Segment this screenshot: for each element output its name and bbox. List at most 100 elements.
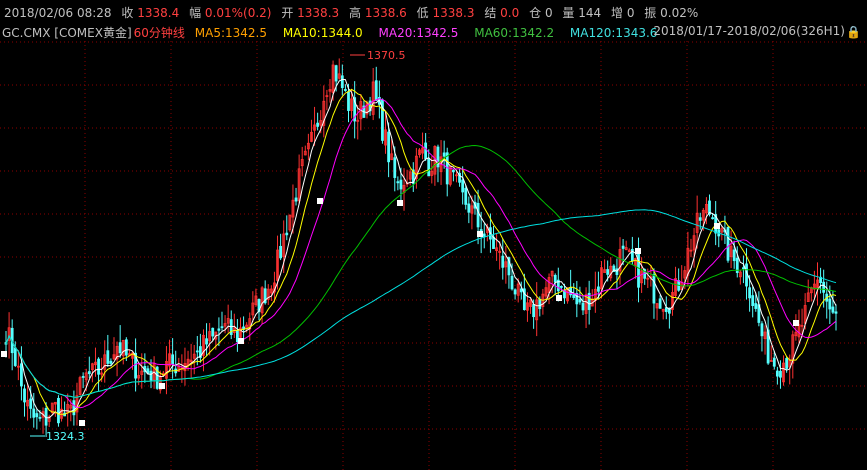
candle-body [831, 306, 835, 313]
candle-body [35, 413, 39, 418]
open-label: 开 [281, 6, 294, 20]
signal-marker [317, 198, 323, 204]
oi-change-value: 0 [626, 6, 635, 20]
open-value: 1338.3 [297, 6, 340, 20]
candle-body [748, 287, 752, 299]
candle-body [482, 233, 486, 237]
low-label: 低 [416, 6, 429, 20]
signal-marker [1, 351, 7, 357]
ma20-value: MA20:1342.5 [378, 26, 459, 40]
candle-body [772, 357, 776, 367]
candle-body [427, 158, 431, 177]
candle-body [109, 360, 113, 364]
candle-body [340, 75, 344, 89]
symbol-name: [COMEX黄金] [54, 26, 132, 40]
candle-body [779, 370, 782, 378]
settle-label: 结 [484, 6, 497, 20]
candle-body [38, 417, 42, 419]
signal-marker [556, 295, 562, 301]
change-value: 0.01%(0.2) [204, 6, 272, 20]
candle-body [334, 65, 338, 82]
high-annotation: 1370.5 [367, 49, 406, 62]
symbol-code[interactable]: GC.CMX [2, 26, 50, 40]
candle-body [578, 299, 582, 303]
signal-marker [793, 320, 799, 326]
candle-body [467, 203, 471, 213]
candle-body [652, 274, 656, 304]
candle-body [532, 304, 536, 318]
ma120-line [5, 209, 837, 398]
candle-body [294, 197, 298, 202]
candle-body [828, 298, 832, 310]
candle-body [492, 236, 495, 249]
candle-body [760, 323, 764, 337]
low-value: 1338.3 [432, 6, 475, 20]
candle-body [621, 245, 625, 249]
candle-body [23, 388, 26, 403]
candle-body [834, 311, 838, 314]
candle-body [217, 328, 221, 331]
candle-body [751, 295, 755, 306]
ma10-value: MA10:1344.0 [282, 26, 363, 40]
candle-body [501, 255, 505, 268]
signal-marker [397, 200, 403, 206]
candle-body [29, 398, 33, 409]
candle-body [785, 358, 789, 369]
candle-body [149, 370, 153, 381]
candle-body [393, 157, 397, 178]
candle-body [13, 347, 17, 366]
candle-body [279, 245, 283, 259]
candle-body [211, 327, 215, 337]
candle-body [57, 397, 60, 424]
candle-body [745, 263, 748, 287]
candle-body [461, 179, 465, 193]
candle-body [754, 303, 758, 309]
candle-body [424, 142, 428, 159]
candle-body [171, 354, 175, 365]
candle-body [513, 289, 517, 295]
signal-marker [159, 383, 165, 389]
candle-body [399, 179, 403, 190]
signal-marker [238, 338, 244, 344]
ma120-value: MA120:1343.6 [569, 26, 658, 40]
oi-change-label: 增 [610, 6, 623, 20]
candle-body [87, 371, 91, 375]
candle-body [572, 294, 576, 298]
amplitude-label: 振 [644, 6, 657, 20]
candle-body [124, 339, 128, 356]
ma20-line [5, 98, 837, 409]
ma5-line [5, 78, 837, 419]
candle-body [118, 342, 122, 354]
period-label[interactable]: 60分钟线 [134, 26, 185, 40]
lock-icon[interactable]: 🔒 [846, 25, 861, 39]
candle-body [775, 370, 779, 377]
candle-body [316, 122, 320, 127]
candle-body [387, 131, 391, 163]
marker-layer [1, 198, 799, 426]
candle-body [451, 169, 455, 173]
close-value: 1338.4 [137, 6, 180, 20]
candle-body [81, 376, 85, 378]
ma10-line [5, 88, 837, 415]
candle-body [476, 203, 480, 228]
candle-body [195, 350, 199, 353]
candle-body [72, 400, 76, 416]
candle-body [726, 226, 730, 261]
candle-body [606, 269, 610, 275]
candle-body [742, 267, 745, 270]
candle-body [711, 217, 714, 220]
candle-body [442, 152, 446, 157]
open-interest-value: 0 [544, 6, 553, 20]
change-label: 幅 [189, 6, 202, 20]
open-interest-label: 仓 [529, 6, 542, 20]
candle-body [97, 358, 100, 375]
candle-body [581, 302, 585, 311]
candlestick-chart[interactable]: 1370.5 1324.3 [0, 41, 867, 470]
moving-average-layer [5, 78, 837, 419]
signal-marker [477, 231, 483, 237]
close-label: 收 [121, 6, 134, 20]
candle-body [597, 286, 600, 292]
candle-body [822, 281, 826, 293]
volume-label: 量 [562, 6, 575, 20]
moving-average-bar: GC.CMX [COMEX黄金] 60分钟线 MA5:1342.5 MA10:13… [2, 24, 865, 40]
